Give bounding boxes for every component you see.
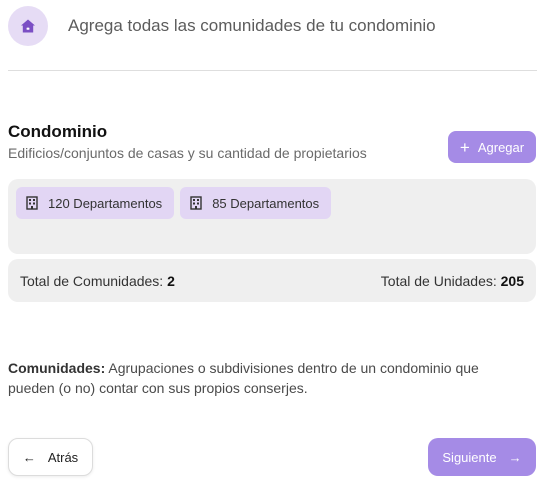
section-subtitle: Edificios/conjuntos de casas y su cantid…	[8, 145, 367, 161]
info-term: Comunidades:	[8, 360, 106, 376]
back-button[interactable]: ← Atrás	[8, 438, 93, 476]
communities-list: 120 Departamentos 85 Departamentos	[8, 179, 536, 254]
total-units-value: 205	[500, 272, 524, 289]
back-button-label: Atrás	[47, 449, 79, 465]
community-chip[interactable]: 120 Departamentos	[16, 187, 175, 219]
next-button-label: Siguiente	[442, 449, 497, 465]
add-button-label: Agregar	[477, 139, 525, 155]
arrow-right-icon: →	[508, 449, 522, 465]
plus-icon: +	[459, 137, 470, 157]
community-chip[interactable]: 85 Departamentos	[180, 187, 332, 219]
header-divider	[8, 70, 537, 71]
total-communities-value: 2	[167, 272, 175, 289]
add-community-button[interactable]: + Agregar	[448, 131, 536, 163]
building-icon	[190, 196, 202, 210]
arrow-left-icon: ←	[22, 449, 36, 465]
total-communities: Total de Comunidades: 2	[20, 273, 175, 289]
total-units-label: Total de Unidades:	[380, 272, 497, 289]
section-title: Condominio	[8, 122, 108, 141]
total-communities-label: Total de Comunidades:	[20, 272, 164, 289]
building-icon	[26, 196, 38, 210]
community-chip-label: 85 Departamentos	[212, 195, 320, 211]
totals-bar: Total de Comunidades: 2 Total de Unidade…	[8, 259, 536, 302]
next-button[interactable]: Siguiente →	[428, 438, 536, 476]
page-title: Agrega todas las comunidades de tu condo…	[68, 16, 436, 35]
home-icon	[8, 6, 48, 46]
total-units: Total de Unidades: 205	[381, 273, 524, 289]
info-text: Comunidades: Agrupaciones o subdivisione…	[8, 358, 523, 398]
community-chip-label: 120 Departamentos	[48, 195, 163, 211]
page-header: Agrega todas las comunidades de tu condo…	[8, 6, 538, 46]
